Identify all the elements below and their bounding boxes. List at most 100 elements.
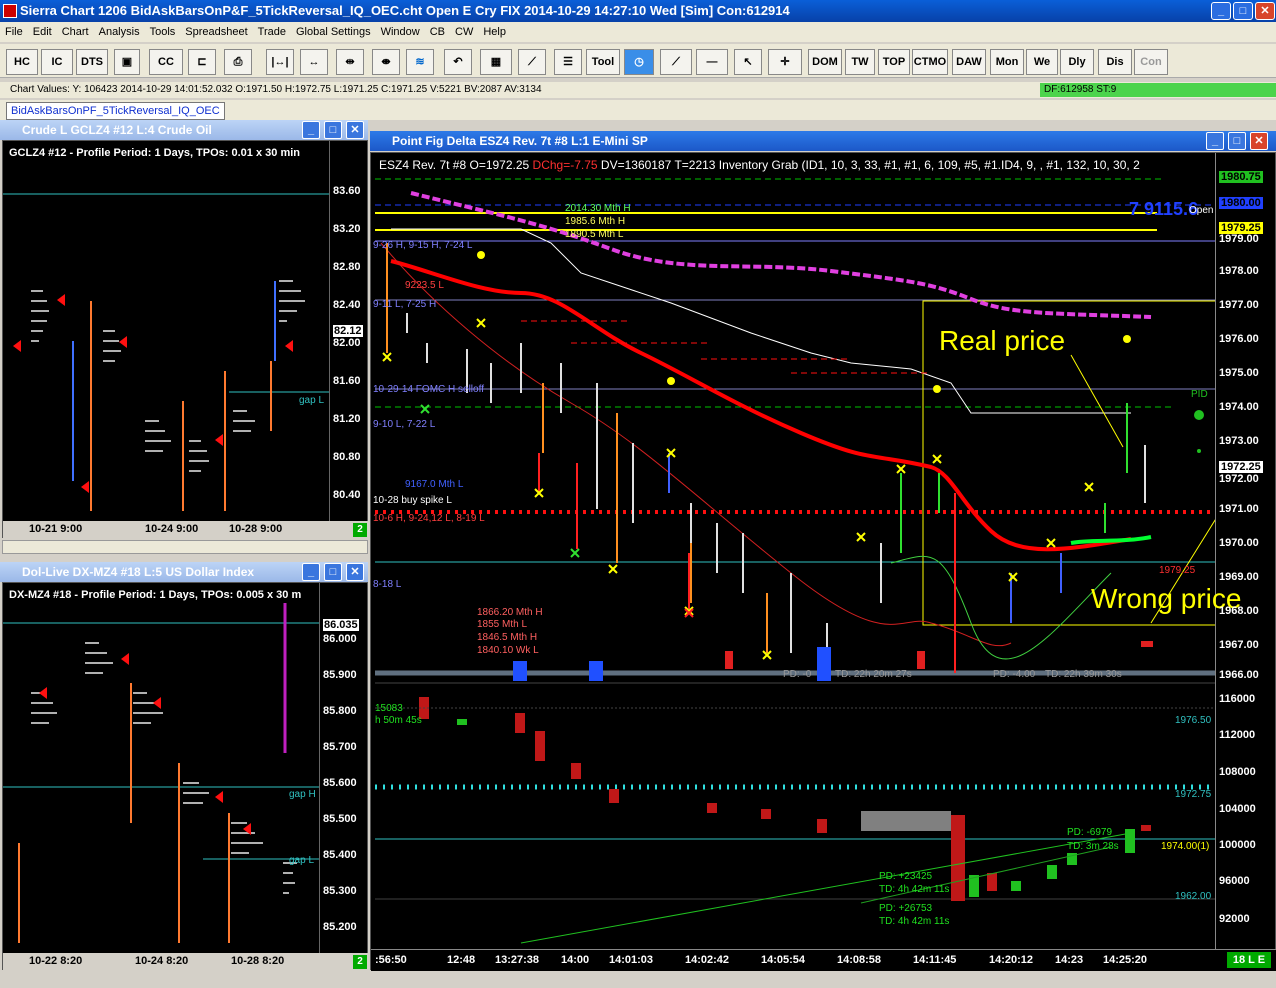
main-minimize-button[interactable]: _ (1206, 132, 1224, 150)
dly-button[interactable]: Dly (1060, 49, 1094, 75)
close-button[interactable]: ✕ (1255, 2, 1275, 20)
dollar-minimize-button[interactable]: _ (302, 563, 320, 581)
hline-icon[interactable]: — (696, 49, 728, 75)
annotation-real-price: Real price (939, 325, 1066, 356)
dollar-maximize-button[interactable]: □ (324, 563, 342, 581)
we-button[interactable]: We (1026, 49, 1058, 75)
price-1978: 1978.00 (1219, 265, 1259, 277)
dollar-badge: 2 (353, 955, 367, 969)
dollar-price-85600: 85.600 (323, 777, 357, 789)
cc-button[interactable]: CC (149, 49, 183, 75)
menu-chart[interactable]: Chart (57, 22, 94, 42)
lower-td-5: TD: 4h 42m 11s (879, 916, 950, 927)
level-1846-mth-h: 1846.5 Mth H (477, 632, 538, 643)
daw-button[interactable]: DAW (952, 49, 986, 75)
dollar-price-85500: 85.500 (323, 813, 357, 825)
crude-scrollbar[interactable] (2, 540, 368, 554)
menu-analysis[interactable]: Analysis (94, 22, 145, 42)
time-8: 14:08:58 (837, 954, 882, 966)
crosshair-icon[interactable]: ✛ (768, 49, 802, 75)
level-1840-wk-l: 1840.10 Wk L (477, 645, 539, 656)
menu-cw[interactable]: CW (450, 22, 478, 42)
crude-price-8320: 83.20 (333, 223, 361, 235)
dollar-close-button[interactable]: ✕ (346, 563, 364, 581)
minimize-button[interactable]: _ (1211, 2, 1231, 20)
fib-icon[interactable]: ☰ (554, 49, 582, 75)
price-1969: 1969.00 (1219, 571, 1259, 583)
maximize-button[interactable]: □ (1233, 2, 1253, 20)
price-1966: 1966.00 (1219, 669, 1259, 681)
menu-spreadsheet[interactable]: Spreadsheet (180, 22, 252, 42)
ray-icon[interactable]: ⟋ (660, 49, 692, 75)
ic-button[interactable]: IC (41, 49, 73, 75)
menu-global-settings[interactable]: Global Settings (291, 22, 376, 42)
expand-icon[interactable]: ↔ (300, 49, 328, 75)
time-9: 14:11:45 (913, 954, 957, 966)
clock-icon[interactable]: ◷ (624, 49, 654, 75)
menu-cb[interactable]: CB (425, 22, 450, 42)
menu-window[interactable]: Window (376, 22, 425, 42)
df-status: DF:612958 ST:9 (1040, 83, 1276, 97)
price-1980-75: 1980.75 (1219, 171, 1263, 183)
mon-button[interactable]: Mon (990, 49, 1024, 75)
main-close-button[interactable]: ✕ (1250, 132, 1268, 150)
dollar-price-85300: 85.300 (323, 885, 357, 897)
price-1968: 1968.00 (1219, 605, 1259, 617)
dollar-price-85800: 85.800 (323, 705, 357, 717)
zoom-width-icon[interactable]: |↔| (266, 49, 294, 75)
dis-button[interactable]: Dis (1098, 49, 1132, 75)
tool-button[interactable]: Tool (586, 49, 620, 75)
fan-icon[interactable]: ≋ (406, 49, 434, 75)
line-tool-icon[interactable]: ⟋ (518, 49, 546, 75)
grid-icon[interactable]: ▦ (480, 49, 512, 75)
dom-button[interactable]: DOM (808, 49, 842, 75)
hc-button[interactable]: HC (6, 49, 38, 75)
dollar-date-3: 10-28 8:20 (231, 955, 285, 967)
con-button[interactable]: Con (1134, 49, 1168, 75)
level-1890-mth-l: 1890.5 Mth L (565, 229, 624, 240)
main-maximize-button[interactable]: □ (1228, 132, 1246, 150)
crude-minimize-button[interactable]: _ (302, 121, 320, 139)
save-icon[interactable]: ▣ (114, 49, 140, 75)
price-1967: 1967.00 (1219, 639, 1259, 651)
crude-title: Crude L GCLZ4 #12 L:4 Crude Oil (22, 123, 212, 137)
top-button[interactable]: TOP (878, 49, 910, 75)
tab-chartbook[interactable]: BidAskBarsOnPF_5TickReversal_IQ_OEC (6, 102, 225, 120)
compress-icon[interactable]: ⇼ (372, 49, 400, 75)
menu-file[interactable]: File (0, 22, 28, 42)
time-4: 14:00 (561, 954, 590, 966)
menu-trade[interactable]: Trade (253, 22, 291, 42)
level-1979-label: 1979.25 (1159, 565, 1196, 576)
crude-time-axis: 10-21 9:00 10-24 9:00 10-28 9:00 2 (3, 521, 369, 539)
menu-edit[interactable]: Edit (28, 22, 57, 42)
tw-button[interactable]: TW (845, 49, 875, 75)
crude-chart-panel[interactable]: GCLZ4 #12 - Profile Period: 1 Days, TPOs… (2, 140, 369, 539)
level-1985-mth-h: 1985.6 Mth H (565, 216, 626, 227)
price-1977: 1977.00 (1219, 299, 1259, 311)
big-volume-label: 7 9115.6 (1129, 199, 1199, 219)
crude-price-8360: 83.60 (333, 185, 361, 197)
crude-maximize-button[interactable]: □ (324, 121, 342, 139)
menu-help[interactable]: Help (478, 22, 511, 42)
lower-value-15083: 15083 (375, 703, 403, 714)
dollar-chart-panel[interactable]: DX-MZ4 #18 - Profile Period: 1 Days, TPO… (2, 582, 369, 971)
main-title: Point Fig Delta ESZ4 Rev. 7t #8 L:1 E-Mi… (392, 134, 648, 148)
pointer-icon[interactable]: ↖ (734, 49, 762, 75)
crude-date-3: 10-28 9:00 (229, 523, 283, 535)
main-scale-divider (1215, 153, 1216, 949)
crude-price-8240: 82.40 (333, 299, 361, 311)
crude-title-bar: Crude L GCLZ4 #12 L:4 Crude Oil _ □ ✕ (0, 120, 368, 140)
open-folder-icon[interactable]: ⊏ (188, 49, 216, 75)
dollar-price-85200: 85.200 (323, 921, 357, 933)
main-chart-panel[interactable]: ESZ4 Rev. 7t #8 O=1972.25 DChg=-7.75 DV=… (370, 152, 1276, 971)
ctmo-button[interactable]: CTMO (912, 49, 948, 75)
shift-icon[interactable]: ⇹ (336, 49, 364, 75)
undo-icon[interactable]: ↶ (444, 49, 472, 75)
print-icon[interactable]: ⎙ (224, 49, 252, 75)
level-1855-mth-l: 1855 Mth L (477, 619, 528, 630)
crude-close-button[interactable]: ✕ (346, 121, 364, 139)
dollar-title: Dol-Live DX-MZ4 #18 L:5 US Dollar Index (22, 565, 255, 579)
menu-tools[interactable]: Tools (145, 22, 181, 42)
dts-button[interactable]: DTS (76, 49, 108, 75)
dollar-last-price: 86.035 (323, 619, 359, 631)
